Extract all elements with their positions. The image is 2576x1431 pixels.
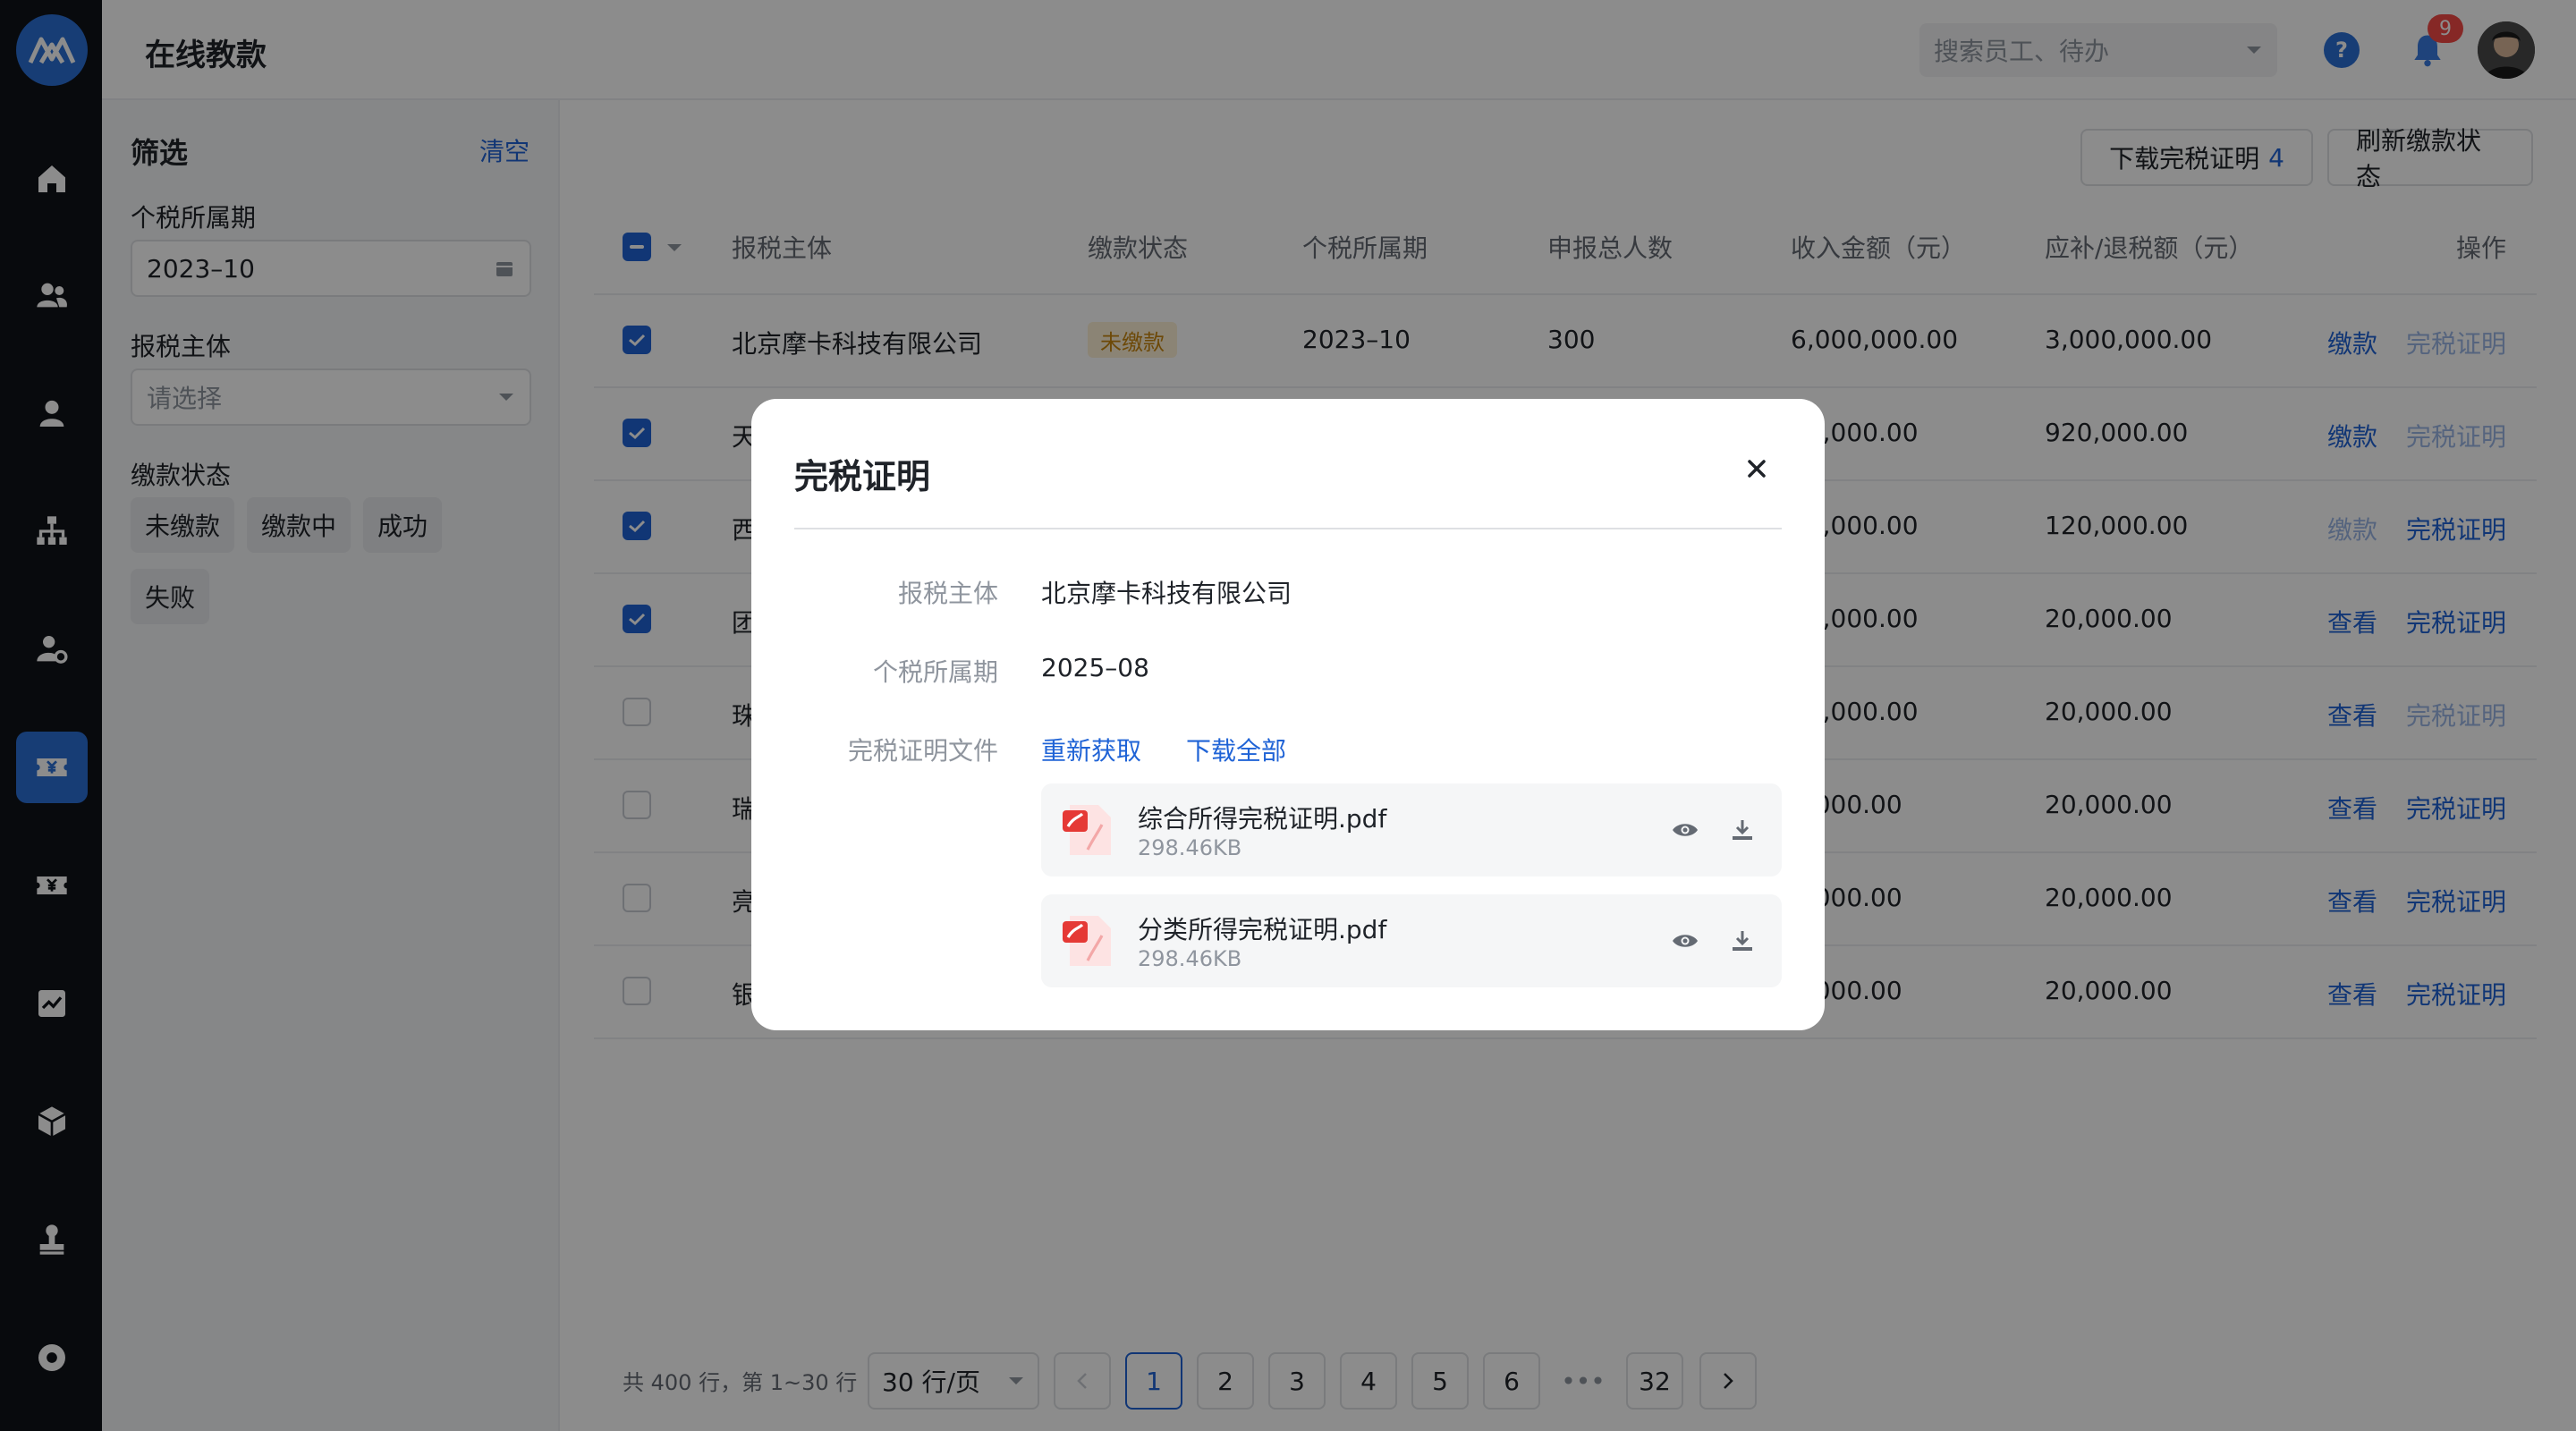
pdf-file-icon <box>1063 805 1111 855</box>
modal-period-value: 2025–08 <box>1041 653 1149 682</box>
refetch-link[interactable]: 重新获取 <box>1041 732 1141 767</box>
modal-files-label: 完税证明文件 <box>847 736 998 766</box>
pdf-file-icon <box>1063 916 1111 966</box>
file-size: 298.46KB <box>1138 835 1242 860</box>
modal-entity-value: 北京摩卡科技有限公司 <box>1041 579 1292 608</box>
modal-divider <box>794 528 1782 529</box>
tax-certificate-modal: 完税证明 报税主体 北京摩卡科技有限公司 个税所属期 2025–08 完税证明文… <box>751 399 1825 1030</box>
close-button[interactable] <box>1739 451 1775 487</box>
download-button[interactable] <box>1726 925 1758 957</box>
download-all-link[interactable]: 下载全部 <box>1186 732 1286 767</box>
file-name: 分类所得完税证明.pdf <box>1138 915 1387 944</box>
preview-button[interactable] <box>1669 814 1701 846</box>
preview-button[interactable] <box>1669 925 1701 957</box>
modal-entity-label: 报税主体 <box>897 579 998 608</box>
modal-title: 完税证明 <box>794 457 931 496</box>
modal-period-label: 个税所属期 <box>872 657 998 687</box>
download-icon <box>1733 931 1752 951</box>
file-item[interactable]: 分类所得完税证明.pdf 298.46KB <box>1041 894 1782 987</box>
eye-icon <box>1673 824 1698 836</box>
file-item[interactable]: 综合所得完税证明.pdf 298.46KB <box>1041 783 1782 876</box>
close-icon <box>1748 460 1766 478</box>
file-name: 综合所得完税证明.pdf <box>1138 804 1387 834</box>
download-icon <box>1733 820 1752 840</box>
download-button[interactable] <box>1726 814 1758 846</box>
file-size: 298.46KB <box>1138 946 1242 971</box>
eye-icon <box>1673 935 1698 947</box>
